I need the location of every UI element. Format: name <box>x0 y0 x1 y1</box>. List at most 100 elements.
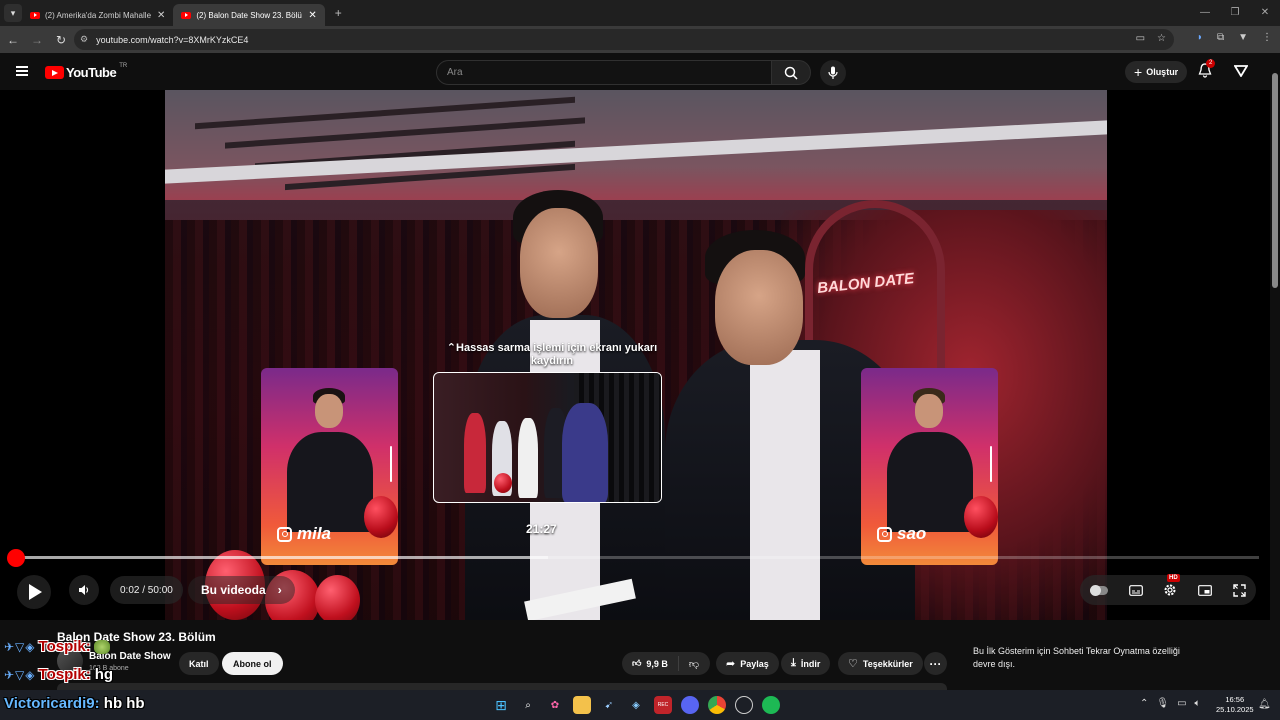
chat-badge-icons: ✈▽◈ <box>4 667 36 682</box>
widgets-icon[interactable]: ✿ <box>546 696 564 714</box>
subtitles-icon[interactable] <box>1128 584 1143 596</box>
miniplayer-icon[interactable] <box>1198 584 1212 596</box>
chrome-icon[interactable] <box>708 696 726 714</box>
page-scrollbar[interactable] <box>1270 53 1280 690</box>
chat-replay-notice: Bu İlk Gösterim için Sohbeti Tekrar Oyna… <box>973 646 1180 669</box>
search-icon[interactable]: ⌕ <box>519 696 537 714</box>
search-button[interactable] <box>771 60 811 85</box>
windows-taskbar: Victoricardi9: hb hb ⊞ ⌕ ✿ ➹ ◈ REC ⌃ 🎙︎ … <box>0 690 1280 720</box>
tab-search-button[interactable]: ▾ <box>4 4 22 22</box>
tray-chevron-up-icon[interactable]: ⌃ <box>1140 698 1148 709</box>
video-metadata: Balon Date Show 23. Bölüm Balon Date Sho… <box>0 620 1270 690</box>
window-close-icon[interactable]: ✕ <box>1250 0 1280 24</box>
country-code: TR <box>119 62 128 69</box>
card-handle <box>990 446 992 482</box>
thumbs-up-icon: 👍︎ <box>632 658 642 668</box>
menu-icon[interactable] <box>16 66 28 76</box>
like-dislike-group: 👍︎ 9,9 B 👎︎ <box>622 652 710 675</box>
windows-start-icon[interactable]: ⊞ <box>492 696 510 714</box>
footer-message: hb hb <box>103 695 145 712</box>
window-controls: — ❐ ✕ <box>1190 0 1280 24</box>
close-tab-icon[interactable]: ✕ <box>308 10 316 21</box>
browser-tab-1[interactable]: (2) Amerika'da Zombi Mahalles ✕ <box>22 4 173 26</box>
instagram-icon <box>277 526 292 542</box>
progress-buffered <box>12 556 549 559</box>
autoplay-toggle[interactable] <box>1090 584 1109 596</box>
app-icon[interactable]: ◈ <box>627 696 645 714</box>
settings-gear-icon[interactable] <box>1163 583 1177 597</box>
more-horizontal-icon: ··· <box>929 656 942 671</box>
download-button[interactable]: ⤓ İndir <box>781 652 831 675</box>
create-button[interactable]: + Oluştur <box>1125 61 1188 83</box>
obs-icon[interactable] <box>735 696 753 714</box>
browser-tab-2[interactable]: (2) Balon Date Show 23. Bölüm ✕ <box>173 4 325 26</box>
restore-icon[interactable]: ❐ <box>1220 0 1250 24</box>
play-button[interactable] <box>17 575 51 609</box>
fullscreen-icon[interactable] <box>1232 583 1246 597</box>
clock-date: 25.10.2025 <box>1216 705 1254 714</box>
chapter-button[interactable]: Bu videoda › <box>188 576 295 604</box>
like-button[interactable]: 👍︎ 9,9 B <box>622 656 679 671</box>
search-icon <box>784 66 798 80</box>
reload-icon[interactable]: ↻ <box>50 33 72 47</box>
microphone-icon[interactable]: 🎙︎ <box>1156 698 1169 709</box>
notifications-button[interactable]: 2 <box>1198 59 1216 79</box>
description-box[interactable] <box>57 683 947 690</box>
voice-search-button[interactable] <box>820 60 846 86</box>
stream-chat-line: ✈▽◈ Tospik: hg <box>4 666 113 683</box>
address-bar[interactable]: ⚙ youtube.com/watch?v=8XMrKYzkCE4 ▭ ☆ <box>74 29 1174 50</box>
instagram-handle: sao <box>877 524 926 544</box>
bookmark-star-icon[interactable]: ☆ <box>1157 33 1166 44</box>
site-info-icon[interactable]: ⚙ <box>80 34 88 45</box>
contestant-card-mila[interactable]: mila <box>261 368 398 565</box>
stream-app-icon[interactable]: REC <box>654 696 672 714</box>
dislike-button[interactable]: 👎︎ <box>679 658 709 670</box>
thanks-button[interactable]: ♡ Teşekkürler <box>838 652 923 675</box>
account-avatar[interactable] <box>1233 64 1249 82</box>
file-explorer-icon[interactable] <box>573 696 591 714</box>
balloon <box>364 496 398 538</box>
browser-menu-icon[interactable]: ⋮ <box>1262 32 1272 43</box>
card-handle <box>390 446 392 482</box>
plus-icon: + <box>1134 64 1143 80</box>
preview-timestamp: 21:27 <box>526 522 557 536</box>
new-tab-icon[interactable]: + <box>335 6 342 20</box>
more-actions-button[interactable]: ··· <box>924 652 947 675</box>
forward-icon[interactable]: → <box>26 33 48 47</box>
chat-message: hg <box>94 666 114 683</box>
youtube-favicon-icon <box>30 11 40 19</box>
share-button[interactable]: ➦ Paylaş <box>716 652 779 675</box>
taskbar-clock[interactable]: 16:56 25.10.2025 <box>1216 695 1254 715</box>
notification-center-icon[interactable]: 🔔︎ <box>1258 699 1271 710</box>
chat-badge-icons: ✈▽◈ <box>4 639 36 654</box>
join-button[interactable]: Katıl <box>179 652 219 675</box>
minimize-icon[interactable]: — <box>1190 0 1220 24</box>
network-icon[interactable]: ▭ <box>1177 698 1186 709</box>
video-player[interactable]: BALON DATE mila sao ⌃Hassas sarma işlemi… <box>0 90 1270 620</box>
chevron-right-icon: › <box>277 583 282 597</box>
progress-scrubber[interactable] <box>7 549 25 567</box>
profile-icon[interactable]: ▼ <box>1238 32 1248 43</box>
speaker-icon[interactable]: 🔈︎ <box>1195 698 1201 709</box>
create-label: Oluştur <box>1146 67 1179 77</box>
spotify-icon[interactable] <box>762 696 780 714</box>
cast-icon[interactable]: ▭ <box>1136 33 1145 44</box>
scrollbar-thumb[interactable] <box>1272 73 1278 288</box>
youtube-logo[interactable]: YouTube TR <box>45 62 128 80</box>
scrub-preview-thumbnail <box>433 372 662 503</box>
chat-username: Tospik: <box>38 638 91 655</box>
time-display: 0:02 / 50:00 <box>110 576 183 604</box>
mute-button[interactable] <box>69 575 99 605</box>
discord-icon[interactable] <box>681 696 699 714</box>
steam-icon[interactable]: ➹ <box>600 696 618 714</box>
extension-icon[interactable]: ◗ <box>1197 32 1203 43</box>
subscribe-button[interactable]: Abone ol <box>222 652 283 675</box>
close-tab-icon[interactable]: ✕ <box>157 10 165 21</box>
tab-title: (2) Amerika'da Zombi Mahalles <box>45 10 151 20</box>
extensions-puzzle-icon[interactable]: ⧉ <box>1217 32 1224 43</box>
back-icon[interactable]: ← <box>2 33 24 47</box>
stream-chat-line: ✈▽◈ Tospik: <box>4 638 114 655</box>
chapter-label: Bu videoda <box>201 583 266 597</box>
contestant-card-sao[interactable]: sao <box>861 368 998 565</box>
search-input[interactable] <box>447 61 747 84</box>
